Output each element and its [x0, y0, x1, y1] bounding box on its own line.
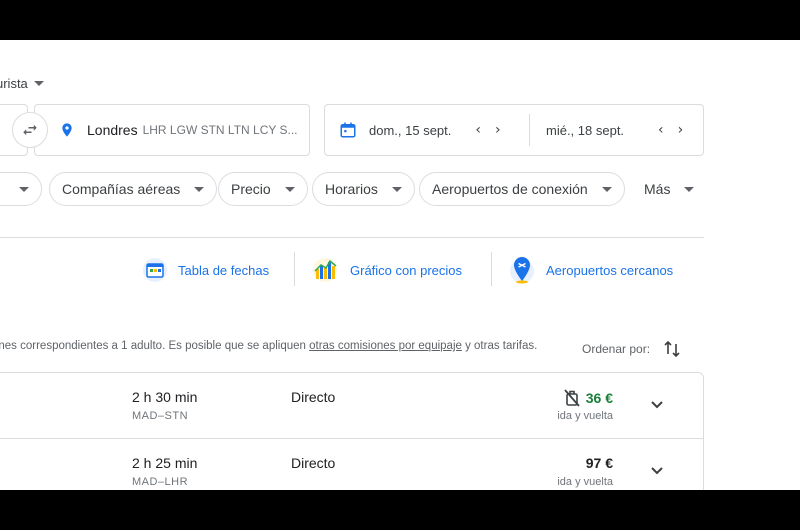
- price-graph-icon: [313, 258, 337, 282]
- filter-chip-label: Precio: [231, 181, 271, 197]
- filter-chip-airlines[interactable]: Compañías aéreas: [49, 172, 218, 206]
- next-return-date-button[interactable]: ›: [678, 122, 684, 138]
- filter-chip-stops[interactable]: [0, 172, 42, 206]
- filter-chip-more[interactable]: Más: [632, 172, 707, 206]
- destination-city: Londres: [87, 122, 138, 138]
- flight-stops: Directo: [291, 455, 336, 471]
- filter-chip-label: Más: [644, 181, 671, 197]
- prev-depart-date-button[interactable]: ‹: [475, 122, 481, 138]
- flight-result-row[interactable]: 2 h 25 min MAD–LHR Directo 97 € ida y vu…: [0, 439, 703, 490]
- sort-label: Ordenar por:: [582, 342, 651, 356]
- caret-down-icon: [684, 186, 695, 192]
- return-date: mié., 18 sept.: [546, 122, 625, 138]
- flight-duration: 2 h 25 min: [132, 455, 198, 471]
- depart-date-segment[interactable]: dom., 15 sept. ‹ ›: [325, 114, 530, 146]
- flight-price-container: 97 €: [586, 455, 613, 471]
- nearby-airports-label: Aeropuertos cercanos: [546, 262, 674, 278]
- section-divider: [0, 237, 704, 238]
- caret-down-icon: [284, 186, 295, 192]
- prev-return-date-button[interactable]: ‹: [658, 122, 664, 138]
- next-depart-date-button[interactable]: ›: [495, 122, 501, 138]
- chevron-down-icon: [651, 467, 663, 475]
- price-graph-label: Gráfico con precios: [350, 262, 462, 278]
- flight-price-container: 36 €: [564, 389, 613, 407]
- flight-price: 36 €: [585, 390, 613, 406]
- chevron-down-icon: [651, 401, 663, 409]
- date-grid-label: Tabla de fechas: [178, 262, 270, 278]
- destination-airport-codes: LHR LGW STN LTN LCY S...: [142, 123, 298, 137]
- baggage-fees-link[interactable]: otras comisiones por equipaje: [309, 340, 462, 352]
- caret-down-icon: [601, 186, 612, 192]
- flight-stops: Directo: [291, 389, 336, 405]
- tool-separator: [294, 252, 295, 286]
- results-list: 2 h 30 min MAD–STN Directo 36 € ida y vu…: [0, 372, 704, 490]
- filter-chip-times[interactable]: Horarios: [312, 172, 415, 206]
- swap-arrows-icon: [23, 124, 37, 136]
- date-field: dom., 15 sept. ‹ › mié., 18 sept. ‹ ›: [324, 104, 704, 156]
- sort-arrows-icon: [664, 340, 680, 358]
- caret-down-icon: [391, 186, 402, 192]
- flight-result-row[interactable]: 2 h 30 min MAD–STN Directo 36 € ida y vu…: [0, 373, 703, 439]
- no-carry-on-bag-icon: [564, 389, 580, 407]
- calendar-icon: [340, 122, 356, 138]
- filter-chip-label: Aeropuertos de conexión: [432, 181, 588, 197]
- price-info-text: ones correspondientes a 1 adulto. Es pos…: [0, 340, 537, 352]
- expand-details-button[interactable]: [647, 461, 667, 481]
- nearby-airports-button[interactable]: Aeropuertos cercanos: [508, 255, 673, 285]
- expand-details-button[interactable]: [647, 395, 667, 415]
- travel-class-selector[interactable]: urista: [0, 76, 44, 91]
- trip-type: ida y vuelta: [557, 476, 613, 488]
- caret-down-icon: [194, 186, 205, 192]
- travel-class-label: urista: [0, 76, 28, 91]
- flight-price: 97 €: [585, 455, 613, 471]
- filter-chip-price[interactable]: Precio: [218, 172, 308, 206]
- caret-down-icon: [33, 81, 44, 86]
- flights-results-page: urista Londres LHR LGW STN LTN LCY S... …: [0, 40, 800, 490]
- price-info-suffix: y otras tarifas.: [461, 340, 538, 352]
- flight-duration: 2 h 30 min: [132, 389, 198, 405]
- return-date-segment[interactable]: mié., 18 sept. ‹ ›: [530, 105, 683, 155]
- trip-type: ida y vuelta: [557, 410, 613, 422]
- price-graph-button[interactable]: Gráfico con precios: [310, 255, 462, 285]
- flight-route: MAD–LHR: [132, 476, 189, 488]
- sort-control[interactable]: Ordenar por:: [582, 340, 680, 358]
- depart-date: dom., 15 sept.: [369, 122, 452, 138]
- destination-field[interactable]: Londres LHR LGW STN LTN LCY S...: [34, 104, 310, 156]
- filter-chip-connecting-airports[interactable]: Aeropuertos de conexión: [419, 172, 625, 206]
- tool-separator: [491, 252, 492, 286]
- date-grid-icon: [143, 258, 167, 282]
- filter-chip-label: Compañías aéreas: [62, 181, 181, 197]
- location-pin-icon: [62, 123, 72, 137]
- price-info-prefix: ones correspondientes a 1 adulto. Es pos…: [0, 340, 310, 352]
- nearby-airports-icon: [510, 257, 534, 284]
- caret-down-icon: [19, 186, 29, 192]
- swap-button[interactable]: [12, 112, 48, 148]
- flight-route: MAD–STN: [132, 410, 189, 422]
- filter-chip-label: Horarios: [325, 181, 378, 197]
- date-grid-button[interactable]: Tabla de fechas: [142, 255, 269, 285]
